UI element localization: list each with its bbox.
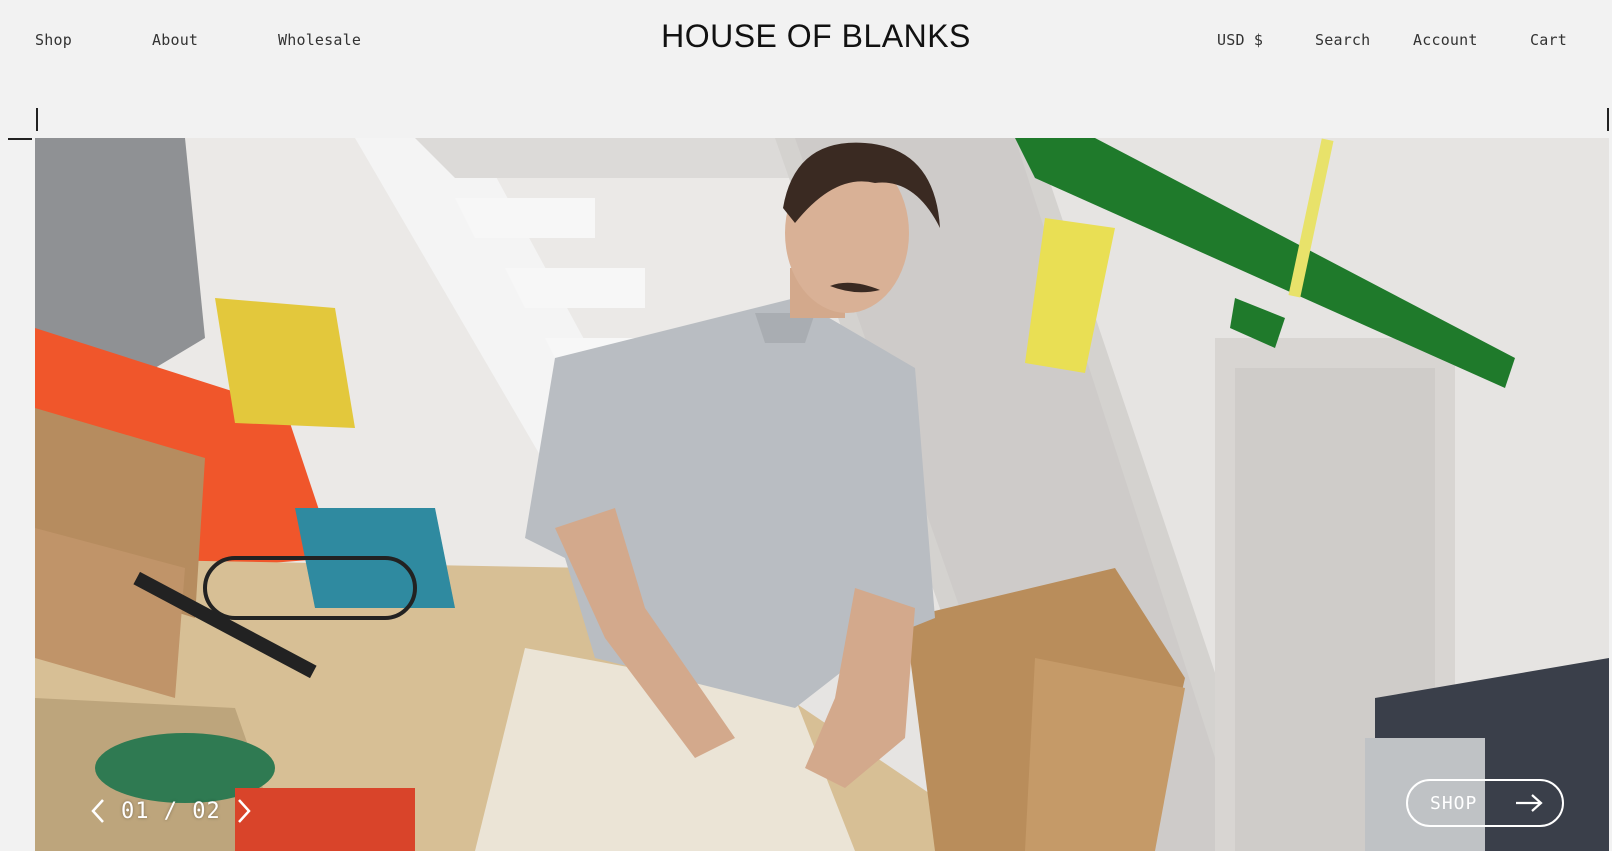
cart-link[interactable]: Cart: [1530, 31, 1567, 49]
shop-cta-label: SHOP: [1430, 792, 1478, 814]
dash-marker: [8, 138, 32, 140]
slide-controls: 01 / 02: [83, 796, 259, 826]
shop-cta-button[interactable]: SHOP: [1406, 779, 1564, 827]
chevron-right-icon[interactable]: [229, 796, 259, 826]
hero-slideshow[interactable]: 01 / 02 SHOP: [35, 138, 1609, 851]
slide-counter: 01 / 02: [121, 798, 221, 824]
currency-selector[interactable]: USD $: [1217, 31, 1263, 49]
brand-logo-text[interactable]: HOUSE OF BLANKS: [661, 18, 971, 55]
chevron-left-icon[interactable]: [83, 796, 113, 826]
account-link[interactable]: Account: [1413, 31, 1478, 49]
arrow-right-icon: [1514, 793, 1544, 813]
hero-image: [35, 138, 1609, 851]
site-header: Shop About Wholesale HOUSE OF BLANKS USD…: [0, 0, 1612, 80]
search-link[interactable]: Search: [1315, 31, 1370, 49]
text-cursor-right: [1607, 108, 1609, 131]
text-cursor-left: [36, 108, 38, 131]
